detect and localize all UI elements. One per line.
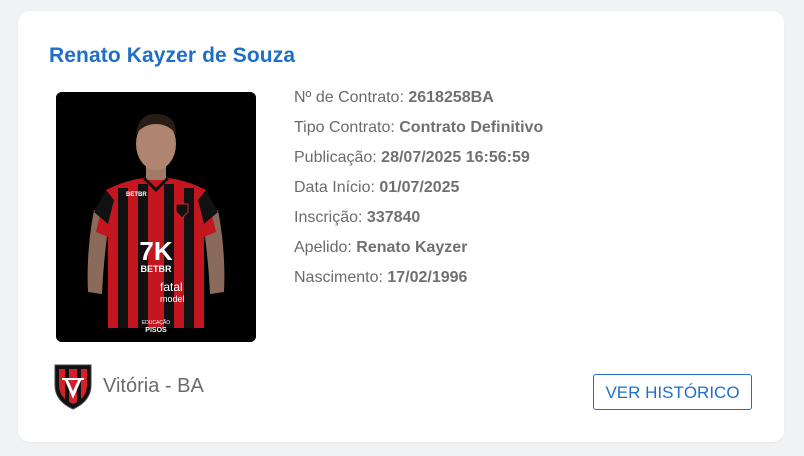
- view-history-button[interactable]: VER HISTÓRICO: [593, 374, 752, 410]
- info-birth: Nascimento: 17/02/1996: [294, 269, 468, 286]
- club-crest-icon: [54, 364, 92, 410]
- info-contract-number: Nº de Contrato: 2618258BA: [294, 89, 494, 106]
- info-start-date: Data Início: 01/07/2025: [294, 179, 460, 196]
- shirt-sponsor-bottom: EDUCAÇÃO: [142, 319, 170, 326]
- shirt-sponsor-mid-sub: model: [160, 294, 185, 304]
- shirt-sponsor-main: 7K: [139, 236, 172, 266]
- shirt-sponsor-mid: fatal: [160, 280, 183, 294]
- player-name[interactable]: Renato Kayzer de Souza: [49, 44, 295, 68]
- shirt-sponsor-top: BETBR: [126, 192, 147, 198]
- contract-info-list: Nº de Contrato: 2618258BA Tipo Contrato:…: [294, 88, 543, 298]
- club-info: Vitória - BA: [52, 361, 204, 411]
- player-card: Renato Kayzer de Souza BETBR 7K BETBR fa…: [18, 11, 784, 442]
- info-contract-type: Tipo Contrato: Contrato Definitivo: [294, 119, 544, 136]
- player-photo: BETBR 7K BETBR fatal model EDUCAÇÃO PISO…: [56, 92, 256, 342]
- info-registration: Inscrição: 337840: [294, 209, 421, 226]
- shirt-sponsor-main-sub: BETBR: [141, 264, 172, 274]
- shirt-sponsor-bottom-sub: PISOS: [145, 327, 167, 334]
- info-nickname: Apelido: Renato Kayzer: [294, 239, 468, 256]
- info-publication: Publicação: 28/07/2025 16:56:59: [294, 149, 530, 166]
- club-name: Vitória - BA: [103, 374, 204, 397]
